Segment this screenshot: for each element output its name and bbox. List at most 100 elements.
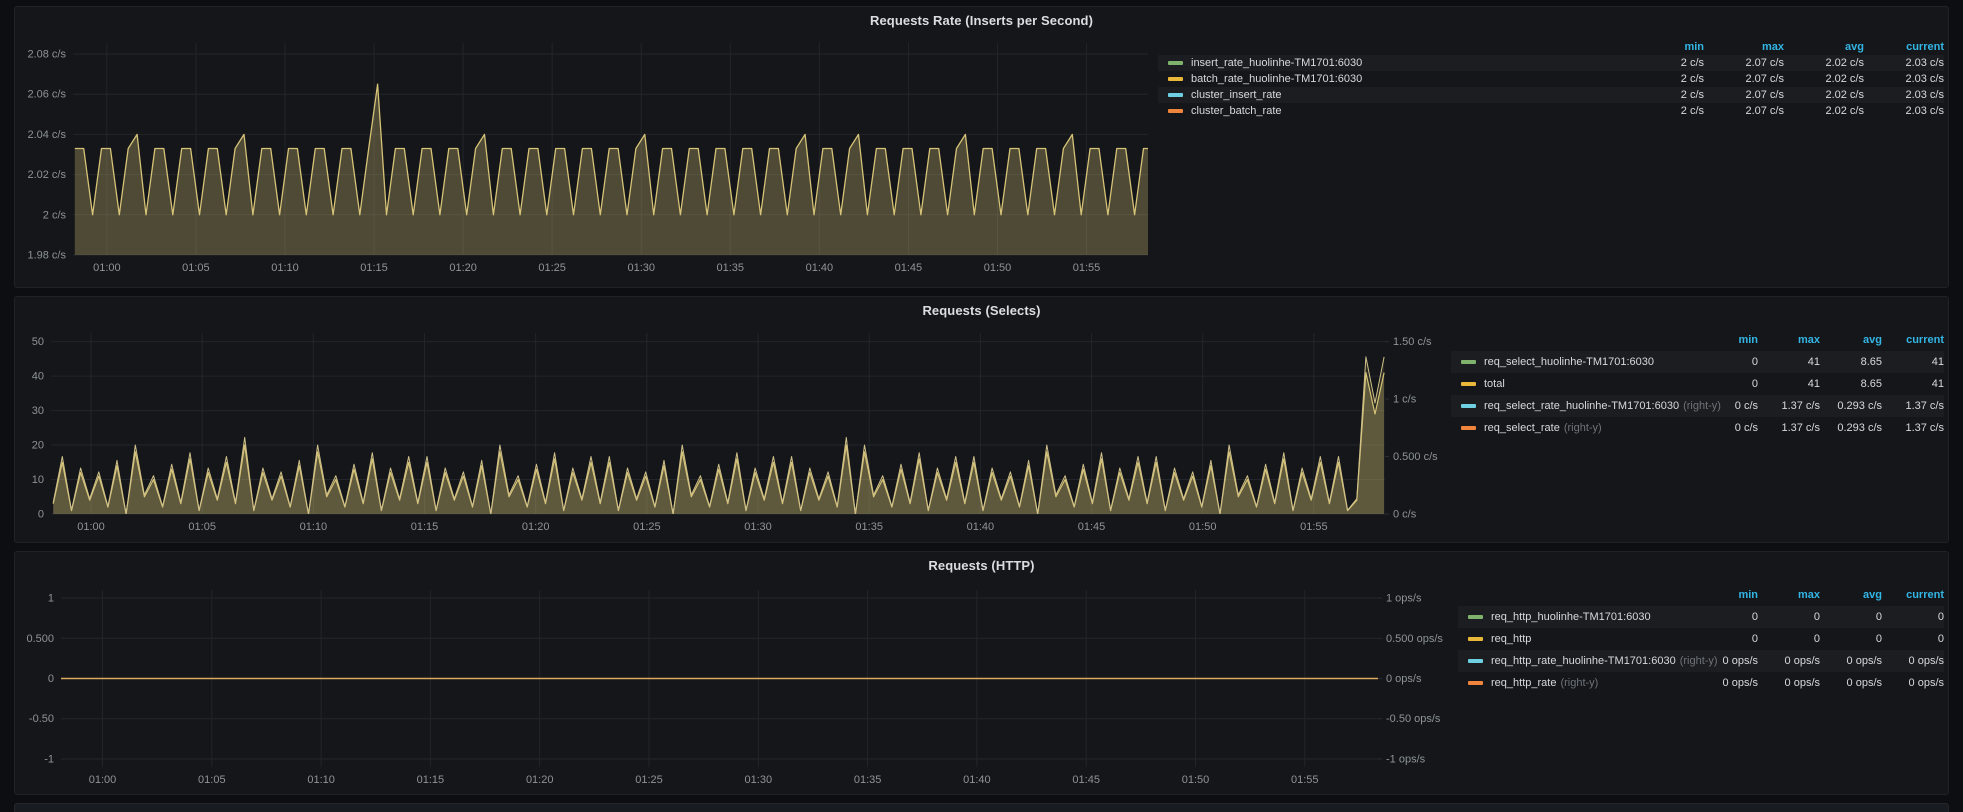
legend-header-min[interactable]: min: [1696, 334, 1758, 346]
svg-text:01:50: 01:50: [1189, 521, 1217, 533]
svg-text:01:20: 01:20: [449, 262, 477, 274]
panel-requests-selects: Requests (Selects) 01:0001:0501:1001:150…: [14, 296, 1949, 543]
legend-header-max[interactable]: max: [1758, 589, 1820, 601]
legend-header-current[interactable]: current: [1882, 334, 1944, 346]
svg-text:01:35: 01:35: [855, 521, 883, 533]
green-series-swatch-icon[interactable]: [1468, 615, 1483, 619]
svg-text:01:55: 01:55: [1291, 774, 1319, 786]
svg-text:01:05: 01:05: [182, 262, 210, 274]
legend-series-name[interactable]: req_select_rate: [1484, 422, 1560, 434]
legend-series-name[interactable]: cluster_batch_rate: [1191, 105, 1282, 117]
orange-series-swatch-icon[interactable]: [1461, 426, 1476, 430]
yellow-series-swatch-icon[interactable]: [1461, 382, 1476, 386]
legend-header-min[interactable]: min: [1624, 41, 1704, 53]
svg-text:-1: -1: [44, 753, 54, 765]
legend-value-current: 2.03 c/s: [1864, 57, 1944, 69]
legend-value-max: 2.07 c/s: [1704, 57, 1784, 69]
panel-title[interactable]: Requests (Selects): [922, 303, 1040, 318]
panel-header[interactable]: Requests Rate (Inserts per Second): [15, 7, 1948, 33]
orange-series-swatch-icon[interactable]: [1168, 109, 1183, 113]
panel-header[interactable]: Requests (Selects): [15, 297, 1948, 323]
legend-series-name[interactable]: req_http_rate: [1491, 677, 1556, 689]
svg-text:01:45: 01:45: [1072, 774, 1100, 786]
legend-row: req_select_huolinhe-TM1701:60300418.6541: [1451, 351, 1944, 373]
legend-series-name[interactable]: req_http_rate_huolinhe-TM1701:6030: [1491, 655, 1676, 667]
legend-value-min: 0: [1696, 611, 1758, 623]
legend-header-current[interactable]: current: [1864, 41, 1944, 53]
legend-series-name[interactable]: req_select_rate_huolinhe-TM1701:6030: [1484, 400, 1679, 412]
yellow-series-swatch-icon[interactable]: [1468, 637, 1483, 641]
legend-series-name[interactable]: req_http_huolinhe-TM1701:6030: [1491, 611, 1651, 623]
legend-header-current[interactable]: current: [1882, 589, 1944, 601]
legend-value-current: 2.03 c/s: [1864, 73, 1944, 85]
cyan-series-swatch-icon[interactable]: [1168, 93, 1183, 97]
svg-text:20: 20: [32, 440, 44, 452]
legend-header-avg[interactable]: avg: [1820, 589, 1882, 601]
legend-value-max: 0: [1758, 633, 1820, 645]
legend-series-name[interactable]: total: [1484, 378, 1505, 390]
panel-requests-http: Requests (HTTP) 01:0001:0501:1001:1501:2…: [14, 551, 1949, 795]
legend-value-max: 0 ops/s: [1758, 655, 1820, 667]
legend-value-current: 41: [1882, 378, 1944, 390]
legend-value-avg: 8.65: [1820, 356, 1882, 368]
legend-series-name[interactable]: batch_rate_huolinhe-TM1701:6030: [1191, 73, 1362, 85]
legend-value-avg: 2.02 c/s: [1784, 89, 1864, 101]
legend-series-name[interactable]: cluster_insert_rate: [1191, 89, 1282, 101]
svg-text:0 c/s: 0 c/s: [1393, 509, 1417, 521]
legend-value-min: 2 c/s: [1624, 89, 1704, 101]
svg-text:01:40: 01:40: [967, 521, 995, 533]
inserts-rate-chart[interactable]: 01:0001:0501:1001:1501:2001:2501:3001:35…: [15, 33, 1158, 285]
cyan-series-swatch-icon[interactable]: [1461, 404, 1476, 408]
orange-series-swatch-icon[interactable]: [1468, 681, 1483, 685]
legend-value-current: 0: [1882, 611, 1944, 623]
legend-value-current: 1.37 c/s: [1882, 422, 1944, 434]
legend-value-min: 0 c/s: [1696, 400, 1758, 412]
svg-text:2 c/s: 2 c/s: [43, 209, 67, 221]
panel-title[interactable]: Requests (HTTP): [928, 558, 1034, 573]
legend-header-row: minmaxavgcurrent: [1158, 39, 1944, 55]
legend-header-max[interactable]: max: [1758, 334, 1820, 346]
svg-text:01:15: 01:15: [360, 262, 388, 274]
svg-text:01:30: 01:30: [745, 774, 773, 786]
legend-row: req_http_rate(right-y)0 ops/s0 ops/s0 op…: [1458, 672, 1944, 694]
http-chart[interactable]: 01:0001:0501:1001:1501:2001:2501:3001:35…: [15, 578, 1458, 792]
svg-text:01:00: 01:00: [93, 262, 121, 274]
legend-row: req_http_huolinhe-TM1701:60300000: [1458, 606, 1944, 628]
selects-chart[interactable]: 01:0001:0501:1001:1501:2001:2501:3001:35…: [15, 323, 1451, 540]
legend-series-name[interactable]: insert_rate_huolinhe-TM1701:6030: [1191, 57, 1362, 69]
svg-text:0: 0: [38, 509, 44, 521]
legend-value-max: 0 ops/s: [1758, 677, 1820, 689]
legend-table: minmaxavgcurrent insert_rate_huolinhe-TM1…: [1158, 33, 1948, 285]
svg-text:01:05: 01:05: [198, 774, 226, 786]
legend-row: batch_rate_huolinhe-TM1701:60302 c/s2.07…: [1158, 71, 1944, 87]
svg-text:50: 50: [32, 336, 44, 348]
panel-title[interactable]: Requests Rate (Inserts per Second): [870, 13, 1093, 28]
legend-series-name[interactable]: req_select_huolinhe-TM1701:6030: [1484, 356, 1654, 368]
legend-header-max[interactable]: max: [1704, 41, 1784, 53]
green-series-swatch-icon[interactable]: [1168, 61, 1183, 65]
panel-header[interactable]: Requests (HTTP): [15, 552, 1948, 578]
cyan-series-swatch-icon[interactable]: [1468, 659, 1483, 663]
svg-text:-0.50 ops/s: -0.50 ops/s: [1386, 713, 1441, 725]
legend-series-name[interactable]: req_http: [1491, 633, 1531, 645]
legend-header-row: minmaxavgcurrent: [1458, 584, 1944, 606]
svg-text:01:35: 01:35: [717, 262, 745, 274]
grafana-dashboard: Requests Rate (Inserts per Second) 01:00…: [0, 0, 1963, 812]
right-y-tag: (right-y): [1560, 677, 1598, 689]
legend-header-avg[interactable]: avg: [1784, 41, 1864, 53]
legend-header-min[interactable]: min: [1696, 589, 1758, 601]
legend-value-min: 0 c/s: [1696, 422, 1758, 434]
legend-row: total0418.6541: [1451, 373, 1944, 395]
legend-value-avg: 0.293 c/s: [1820, 400, 1882, 412]
legend-header-avg[interactable]: avg: [1820, 334, 1882, 346]
yellow-series-swatch-icon[interactable]: [1168, 77, 1183, 81]
legend-table: minmaxavgcurrent req_http_huolinhe-TM1701…: [1458, 578, 1948, 792]
legend-value-avg: 8.65: [1820, 378, 1882, 390]
panel-requests-rate-inserts: Requests Rate (Inserts per Second) 01:00…: [14, 6, 1949, 288]
legend-value-max: 2.07 c/s: [1704, 89, 1784, 101]
svg-text:01:30: 01:30: [744, 521, 772, 533]
legend-value-min: 2 c/s: [1624, 57, 1704, 69]
green-series-swatch-icon[interactable]: [1461, 360, 1476, 364]
legend-row: insert_rate_huolinhe-TM1701:60302 c/s2.0…: [1158, 55, 1944, 71]
legend-row: req_select_rate_huolinhe-TM1701:6030(rig…: [1451, 395, 1944, 417]
